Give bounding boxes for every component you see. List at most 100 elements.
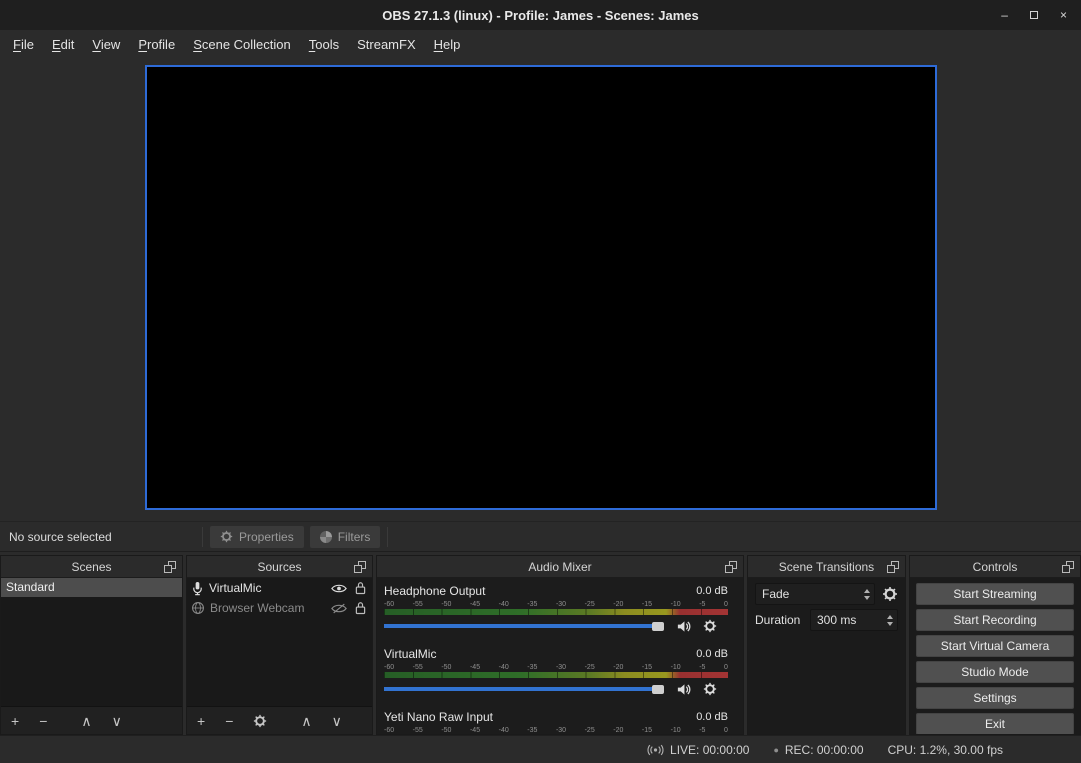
transition-select[interactable]: Fade — [755, 583, 875, 605]
globe-icon — [191, 601, 205, 615]
sources-toolbar: + − ∧ ∨ — [187, 706, 372, 734]
speaker-icon[interactable] — [676, 682, 691, 697]
filters-button[interactable]: Filters — [310, 526, 381, 548]
start-streaming-button[interactable]: Start Streaming — [916, 583, 1074, 605]
menu-streamfx[interactable]: StreamFX — [348, 32, 425, 57]
duration-value: 300 ms — [817, 613, 856, 627]
rec-status: ● REC: 00:00:00 — [773, 743, 863, 757]
spin-up-icon[interactable] — [887, 615, 893, 619]
scene-transitions-body: Fade Duration 300 ms — [748, 578, 905, 734]
exit-button[interactable]: Exit — [916, 713, 1074, 734]
duration-label: Duration — [755, 613, 810, 627]
controls-dock-title: Controls — [973, 560, 1018, 574]
scene-item[interactable]: Standard — [1, 578, 182, 597]
studio-mode-button[interactable]: Studio Mode — [916, 661, 1074, 683]
speaker-icon[interactable] — [676, 619, 691, 634]
audio-mixer-dock-header: Audio Mixer — [377, 556, 743, 578]
mixer-db-value: 0.0 dB — [696, 648, 728, 660]
menu-help[interactable]: Help — [425, 32, 470, 57]
sources-dock-title: Sources — [257, 560, 301, 574]
scenes-toolbar: + − ∧ ∨ — [1, 706, 182, 734]
controls-dock: Controls Start Streaming Start Recording… — [909, 555, 1081, 735]
gear-icon[interactable] — [253, 714, 267, 728]
filters-icon — [320, 531, 332, 543]
menu-file[interactable]: File — [4, 32, 43, 57]
scene-transitions-dock-title: Scene Transitions — [779, 560, 874, 574]
lock-icon[interactable] — [355, 581, 366, 595]
popout-icon[interactable] — [164, 561, 176, 573]
scenes-dock-title: Scenes — [71, 560, 111, 574]
mixer-scale: -60-55-50-45-40-35-30-25-20-15-10-50 — [384, 726, 728, 734]
mixer-channel-name: VirtualMic — [384, 647, 436, 661]
chevron-up-icon[interactable]: ∧ — [81, 707, 91, 735]
scene-transitions-dock: Scene Transitions Fade Duration 300 ms — [747, 555, 906, 735]
menu-tools[interactable]: Tools — [300, 32, 348, 57]
popout-icon[interactable] — [1062, 561, 1074, 573]
scenes-dock: Scenes Standard + − ∧ ∨ — [0, 555, 183, 735]
audio-mixer-body: Headphone Output 0.0 dB -60-55-50-45-40-… — [377, 578, 743, 734]
plus-icon[interactable]: + — [11, 707, 19, 735]
gear-icon[interactable] — [703, 682, 717, 696]
volume-meter — [384, 609, 728, 615]
menu-scene-collection[interactable]: Scene Collection — [184, 32, 300, 57]
volume-meter — [384, 672, 728, 678]
chevron-up-icon[interactable]: ∧ — [301, 707, 311, 735]
preview-canvas[interactable] — [145, 65, 937, 510]
slider-handle[interactable] — [652, 622, 664, 631]
broadcast-icon — [647, 744, 664, 756]
audio-mixer-dock: Audio Mixer Headphone Output 0.0 dB -60-… — [376, 555, 744, 735]
mixer-scale: -60-55-50-45-40-35-30-25-20-15-10-50 — [384, 663, 728, 672]
gear-icon — [220, 530, 233, 543]
menu-profile[interactable]: Profile — [129, 32, 184, 57]
popout-icon[interactable] — [354, 561, 366, 573]
mixer-channel-name: Headphone Output — [384, 584, 485, 598]
properties-button[interactable]: Properties — [210, 526, 304, 548]
maximize-icon[interactable] — [1030, 0, 1038, 30]
scene-transitions-dock-header: Scene Transitions — [748, 556, 905, 578]
eye-icon[interactable] — [331, 583, 347, 594]
spin-down-icon[interactable] — [887, 622, 893, 626]
volume-slider[interactable] — [384, 683, 664, 695]
menu-edit[interactable]: Edit — [43, 32, 83, 57]
duration-spinbox[interactable]: 300 ms — [810, 609, 898, 631]
mixer-db-value: 0.0 dB — [696, 711, 728, 723]
minimize-icon[interactable]: – — [1001, 0, 1008, 30]
chevron-down-icon[interactable]: ∨ — [332, 707, 342, 735]
popout-icon[interactable] — [725, 561, 737, 573]
cpu-fps-text: CPU: 1.2%, 30.00 fps — [888, 743, 1003, 757]
filters-label: Filters — [338, 530, 371, 544]
mixer-scale: -60-55-50-45-40-35-30-25-20-15-10-50 — [384, 600, 728, 609]
start-virtual-camera-button[interactable]: Start Virtual Camera — [916, 635, 1074, 657]
lock-icon[interactable] — [355, 601, 366, 615]
rec-time: REC: 00:00:00 — [785, 743, 864, 757]
audio-mixer-dock-title: Audio Mixer — [528, 560, 591, 574]
window-controls: – × — [1001, 0, 1067, 30]
volume-slider[interactable] — [384, 620, 664, 632]
start-recording-button[interactable]: Start Recording — [916, 609, 1074, 631]
close-icon[interactable]: × — [1060, 0, 1067, 30]
source-row-virtualmic[interactable]: VirtualMic — [187, 578, 372, 598]
toolbar-separator — [387, 527, 388, 547]
menu-view[interactable]: View — [83, 32, 129, 57]
eye-slash-icon[interactable] — [331, 603, 347, 614]
slider-handle[interactable] — [652, 685, 664, 694]
live-time: LIVE: 00:00:00 — [670, 743, 749, 757]
source-row-browser-webcam[interactable]: Browser Webcam — [187, 598, 372, 618]
gear-icon[interactable] — [703, 619, 717, 633]
mixer-channel-yeti-nano: Yeti Nano Raw Input 0.0 dB -60-55-50-45-… — [384, 709, 728, 734]
controls-dock-header: Controls — [910, 556, 1080, 578]
microphone-icon — [191, 581, 204, 596]
mixer-channel-virtualmic: VirtualMic 0.0 dB -60-55-50-45-40-35-30-… — [384, 646, 728, 697]
minus-icon[interactable]: − — [39, 707, 47, 735]
sources-list: VirtualMic Browser Webcam — [187, 578, 372, 706]
status-bar: LIVE: 00:00:00 ● REC: 00:00:00 CPU: 1.2%… — [0, 735, 1081, 763]
combo-arrows-icon[interactable] — [864, 584, 870, 604]
gear-icon[interactable] — [882, 586, 898, 602]
window-title: OBS 27.1.3 (linux) - Profile: James - Sc… — [382, 8, 698, 23]
settings-button[interactable]: Settings — [916, 687, 1074, 709]
plus-icon[interactable]: + — [197, 707, 205, 735]
popout-icon[interactable] — [887, 561, 899, 573]
sources-dock-header: Sources — [187, 556, 372, 578]
minus-icon[interactable]: − — [225, 707, 233, 735]
chevron-down-icon[interactable]: ∨ — [112, 707, 122, 735]
